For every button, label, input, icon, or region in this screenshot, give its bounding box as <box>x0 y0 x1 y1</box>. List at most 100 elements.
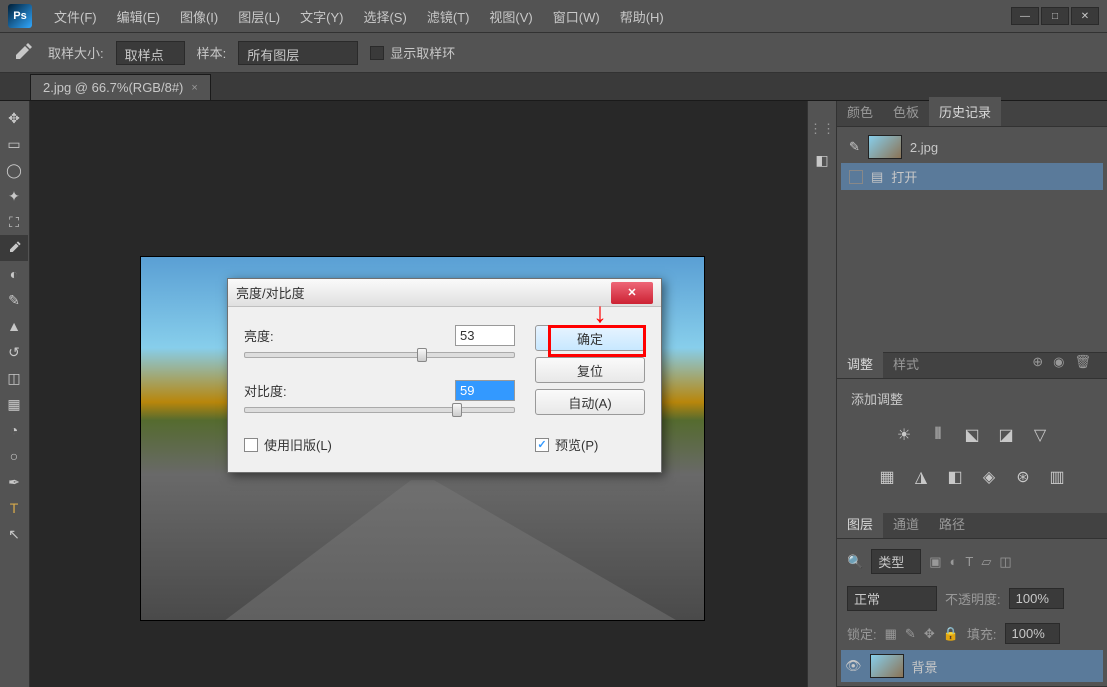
tab-adjustments[interactable]: 调整 <box>837 349 883 378</box>
sample-label: 样本: <box>197 43 227 62</box>
fill-select[interactable]: 100% <box>1005 623 1060 644</box>
history-brush-tool[interactable]: ↺ <box>0 339 28 365</box>
crop-tool[interactable]: ⛶ <box>0 209 28 235</box>
filter-smart-icon[interactable]: ◫ <box>999 554 1011 570</box>
hue-adj-icon[interactable]: ▦ <box>876 466 898 488</box>
filter-shape-icon[interactable]: ▱ <box>981 554 991 570</box>
filter-type-select[interactable]: 类型 <box>871 549 921 574</box>
mixer-adj-icon[interactable]: ⊛ <box>1012 466 1034 488</box>
lock-trans-icon[interactable]: ▦ <box>885 626 897 642</box>
slider-thumb-icon[interactable] <box>452 403 462 417</box>
blend-mode-select[interactable]: 正常 <box>847 586 937 611</box>
marquee-tool[interactable]: ▭ <box>0 131 28 157</box>
sample-select[interactable]: 所有图层 <box>238 41 358 65</box>
tab-color[interactable]: 颜色 <box>837 97 883 126</box>
menu-image[interactable]: 图像(I) <box>170 7 228 26</box>
curves-adj-icon[interactable]: ⬕ <box>961 424 983 446</box>
dialog-close-button[interactable]: ✕ <box>611 282 653 304</box>
heal-tool[interactable]: ◐ <box>0 261 28 287</box>
sample-size-select[interactable]: 取样点 <box>116 41 185 65</box>
tab-history[interactable]: 历史记录 <box>929 97 1001 126</box>
add-adjustment-label: 添加调整 <box>841 383 1103 414</box>
menu-view[interactable]: 视图(V) <box>479 7 542 26</box>
eyedropper-tool[interactable] <box>0 235 28 261</box>
blur-tool[interactable]: ◔ <box>0 417 28 443</box>
show-ring-label: 显示取样环 <box>390 43 455 62</box>
contrast-input[interactable] <box>455 380 515 401</box>
slider-thumb-icon[interactable] <box>417 348 427 362</box>
menu-window[interactable]: 窗口(W) <box>543 7 610 26</box>
opacity-select[interactable]: 100% <box>1009 588 1064 609</box>
preview-checkbox[interactable]: 预览(P) <box>535 435 645 454</box>
menu-filter[interactable]: 滤镜(T) <box>417 7 480 26</box>
brightness-slider[interactable] <box>244 352 515 358</box>
legacy-checkbox[interactable]: 使用旧版(L) <box>244 435 515 454</box>
levels-adj-icon[interactable]: ⫴ <box>927 424 949 446</box>
tab-styles[interactable]: 样式 <box>883 349 929 378</box>
history-source[interactable]: ✎ 2.jpg <box>841 131 1103 163</box>
lookup-adj-icon[interactable]: ▥ <box>1046 466 1068 488</box>
camera-icon[interactable]: ◉ <box>1053 354 1064 370</box>
history-filename: 2.jpg <box>910 140 938 155</box>
trash-icon[interactable]: 🗑 <box>1074 354 1091 370</box>
close-button[interactable]: ✕ <box>1071 7 1099 25</box>
visibility-icon[interactable]: 👁 <box>845 658 862 674</box>
panel-icon[interactable]: ◧ <box>808 147 836 173</box>
brush-tool[interactable]: ✎ <box>0 287 28 313</box>
photo-filter-icon[interactable]: ◈ <box>978 466 1000 488</box>
stamp-tool[interactable]: ▲ <box>0 313 28 339</box>
wand-tool[interactable]: ✦ <box>0 183 28 209</box>
filter-type-icon[interactable]: T <box>965 554 973 569</box>
path-tool[interactable]: ↖ <box>0 521 28 547</box>
tab-channels[interactable]: 通道 <box>883 509 929 538</box>
search-icon[interactable]: 🔍 <box>847 554 863 570</box>
layer-row[interactable]: 👁 背景 <box>841 650 1103 682</box>
menu-help[interactable]: 帮助(H) <box>610 7 674 26</box>
tab-swatches[interactable]: 色板 <box>883 97 929 126</box>
menu-file[interactable]: 文件(F) <box>44 7 107 26</box>
tab-paths[interactable]: 路径 <box>929 509 975 538</box>
menu-select[interactable]: 选择(S) <box>353 7 416 26</box>
pen-tool[interactable]: ✒ <box>0 469 28 495</box>
history-step[interactable]: ▤ 打开 <box>841 163 1103 190</box>
dodge-tool[interactable]: ○ <box>0 443 28 469</box>
auto-button[interactable]: 自动(A) <box>535 389 645 415</box>
dialog-title: 亮度/对比度 <box>236 283 305 302</box>
dialog-titlebar[interactable]: 亮度/对比度 ✕ <box>228 279 661 307</box>
opacity-label: 不透明度: <box>945 589 1001 608</box>
lock-pos-icon[interactable]: ✥ <box>924 626 935 642</box>
tab-layers[interactable]: 图层 <box>837 509 883 538</box>
app-logo: Ps <box>8 4 32 28</box>
type-tool[interactable]: T <box>0 495 28 521</box>
bw-adj-icon[interactable]: ◧ <box>944 466 966 488</box>
move-tool[interactable]: ✥ <box>0 105 28 131</box>
menu-layer[interactable]: 图层(L) <box>228 7 290 26</box>
tab-title: 2.jpg @ 66.7%(RGB/8#) <box>43 80 183 95</box>
minimize-button[interactable]: — <box>1011 7 1039 25</box>
vibrance-adj-icon[interactable]: ▽ <box>1029 424 1051 446</box>
filter-adj-icon[interactable]: ◐ <box>950 554 958 569</box>
lasso-tool[interactable]: ◯ <box>0 157 28 183</box>
reset-button[interactable]: 复位 <box>535 357 645 383</box>
document-tab[interactable]: 2.jpg @ 66.7%(RGB/8#) × <box>30 74 211 100</box>
gradient-tool[interactable]: ▦ <box>0 391 28 417</box>
ok-button[interactable]: 确定 <box>535 325 645 351</box>
brightness-adj-icon[interactable]: ☀ <box>893 424 915 446</box>
contrast-slider[interactable] <box>244 407 515 413</box>
lock-paint-icon[interactable]: ✎ <box>905 626 916 642</box>
maximize-button[interactable]: □ <box>1041 7 1069 25</box>
show-ring-check[interactable]: 显示取样环 <box>370 43 455 62</box>
lock-all-icon[interactable]: 🔒 <box>943 626 959 642</box>
new-snapshot-icon[interactable]: ⊕ <box>1032 354 1043 370</box>
layer-thumbnail-icon <box>870 654 904 678</box>
balance-adj-icon[interactable]: ◮ <box>910 466 932 488</box>
brightness-input[interactable] <box>455 325 515 346</box>
tab-close-icon[interactable]: × <box>191 82 197 94</box>
filter-image-icon[interactable]: ▣ <box>929 554 941 570</box>
menu-edit[interactable]: 编辑(E) <box>107 7 170 26</box>
collapse-icon[interactable]: ⋮⋮ <box>809 121 835 137</box>
eraser-tool[interactable]: ◫ <box>0 365 28 391</box>
exposure-adj-icon[interactable]: ◪ <box>995 424 1017 446</box>
menu-text[interactable]: 文字(Y) <box>290 7 353 26</box>
checkbox-icon <box>535 438 549 452</box>
